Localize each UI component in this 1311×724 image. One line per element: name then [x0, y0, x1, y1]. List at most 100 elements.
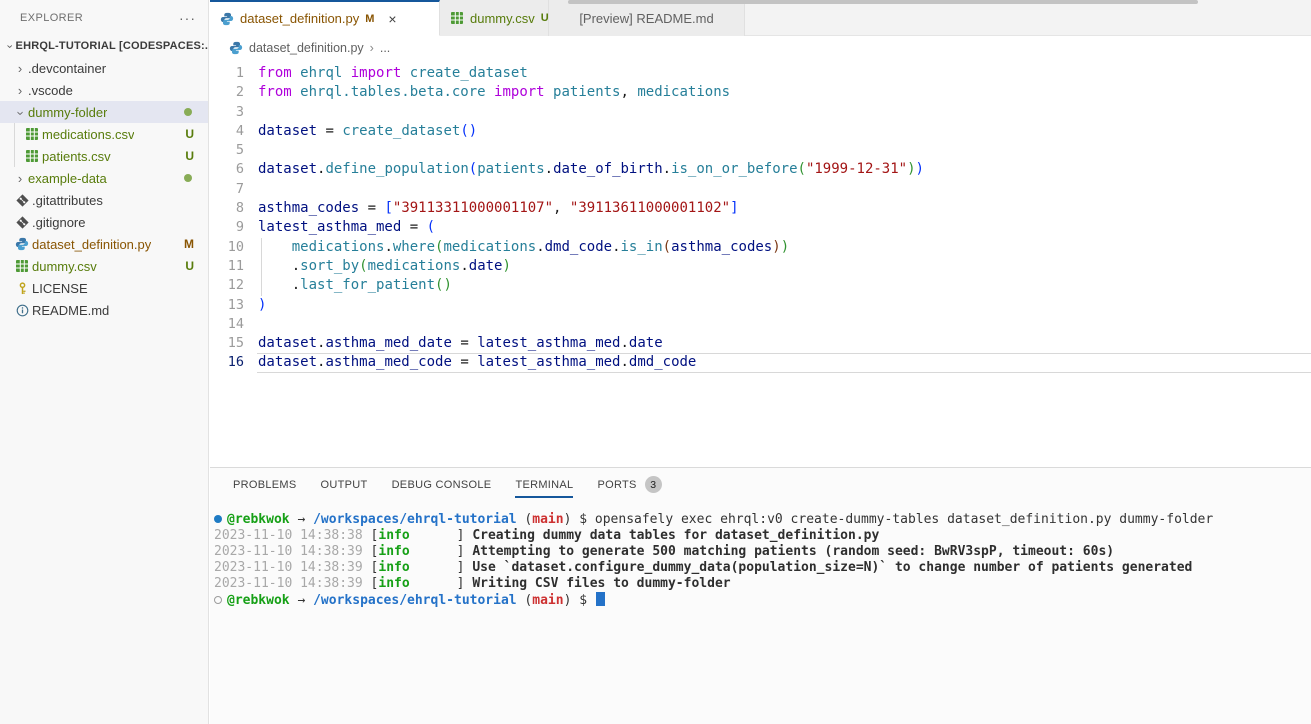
tab-debug-console[interactable]: DEBUG CONSOLE [392, 468, 492, 501]
tree-item-dataset-definition-py[interactable]: dataset_definition.pyM [0, 233, 208, 255]
git-status-badge: U [185, 149, 194, 163]
tab-scrollbar-thumb[interactable] [568, 0, 1198, 4]
code-line[interactable]: 13) [210, 296, 1311, 315]
code-line[interactable]: 2from ehrql.tables.beta.core import pati… [210, 83, 1311, 102]
terminal-output[interactable]: @rebkwok → /workspaces/ehrql-tutorial (m… [210, 501, 1311, 608]
git-status-badge: U [185, 127, 194, 141]
tree-item-label: .devcontainer [28, 61, 106, 76]
tree-item-label: dummy.csv [32, 259, 97, 274]
tree-item-readme-md[interactable]: README.md [0, 299, 208, 321]
code-line[interactable]: 6dataset.define_population(patients.date… [210, 160, 1311, 179]
editor-tab-bar: dataset_definition.py M × dummy.csv U [P… [210, 0, 1311, 36]
tab-label: dummy.csv [470, 11, 535, 26]
code-line[interactable]: 9latest_asthma_med = ( [210, 218, 1311, 237]
tree-item-label: .vscode [28, 83, 73, 98]
tree-item-label: dummy-folder [28, 105, 107, 120]
chevron-right-icon: › [12, 83, 28, 98]
terminal-log-line: 2023-11-10 14:38:39 [info ] Writing CSV … [214, 576, 1311, 592]
code-line[interactable]: 5 [210, 141, 1311, 160]
tab-label: dataset_definition.py [240, 11, 359, 26]
panel-tab-bar: PROBLEMS OUTPUT DEBUG CONSOLE TERMINAL P… [210, 468, 1311, 501]
terminal-prompt-line[interactable]: @rebkwok → /workspaces/ehrql-tutorial (m… [214, 592, 1311, 608]
terminal-cursor [596, 592, 605, 606]
csv-icon [12, 259, 32, 273]
tree-item--gitattributes[interactable]: .gitattributes [0, 189, 208, 211]
code-line[interactable]: 3 [210, 103, 1311, 122]
tab-output[interactable]: OUTPUT [321, 468, 368, 501]
line-number: 3 [210, 103, 244, 122]
tree-item-label: .gitattributes [32, 193, 103, 208]
python-icon [12, 237, 32, 251]
tree-item-label: dataset_definition.py [32, 237, 151, 252]
code-line[interactable]: 14 [210, 315, 1311, 334]
line-number: 15 [210, 334, 244, 353]
ports-label: PORTS [597, 468, 636, 501]
line-number: 8 [210, 199, 244, 218]
tree-item-medications-csv[interactable]: medications.csv U [14, 123, 208, 145]
code-line[interactable]: 7 [210, 180, 1311, 199]
explorer-more-actions-button[interactable]: ··· [179, 10, 196, 26]
line-number: 4 [210, 122, 244, 141]
info-icon [12, 304, 32, 317]
code-editor[interactable]: 1from ehrql import create_dataset2from e… [210, 61, 1311, 467]
close-icon[interactable]: × [384, 11, 400, 27]
line-number: 5 [210, 141, 244, 160]
code-lines: 1from ehrql import create_dataset2from e… [210, 61, 1311, 373]
tree-item-label: README.md [32, 303, 109, 318]
terminal-log-line: 2023-11-10 14:38:39 [info ] Attempting t… [214, 544, 1311, 560]
code-line[interactable]: 16dataset.asthma_med_code = latest_asthm… [210, 353, 1311, 372]
terminal-log-line: 2023-11-10 14:38:38 [info ] Creating dum… [214, 528, 1311, 544]
untracked-badge: U [541, 12, 549, 24]
tree-item-license[interactable]: LICENSE [0, 277, 208, 299]
breadcrumb[interactable]: dataset_definition.py › ... [210, 36, 1311, 60]
chevron-down-icon: › [2, 40, 16, 52]
code-line[interactable]: 11 .sort_by(medications.date) [210, 257, 1311, 276]
code-line[interactable]: 1from ehrql import create_dataset [210, 64, 1311, 83]
tree-item-dummy-csv[interactable]: dummy.csv U [0, 255, 208, 277]
line-number: 6 [210, 160, 244, 179]
chevron-right-icon: › [12, 61, 28, 76]
command-status-dot [214, 596, 222, 604]
tree-item-example-data[interactable]: ›example-data [0, 167, 208, 189]
tree-item-label: patients.csv [42, 149, 111, 164]
python-icon [220, 12, 234, 26]
file-tree: ›.devcontainer›.vscode›dummy-foldermedic… [0, 57, 208, 321]
tab-dataset-definition[interactable]: dataset_definition.py M × [210, 0, 440, 36]
line-number: 14 [210, 315, 244, 334]
code-line[interactable]: 12 .last_for_patient() [210, 276, 1311, 295]
tree-item-patients-csv[interactable]: patients.csv U [14, 145, 208, 167]
bottom-panel: PROBLEMS OUTPUT DEBUG CONSOLE TERMINAL P… [210, 467, 1311, 724]
tree-item--vscode[interactable]: ›.vscode [0, 79, 208, 101]
git-icon [12, 216, 32, 229]
tree-item-label: .gitignore [32, 215, 85, 230]
line-number: 11 [210, 257, 244, 276]
explorer-root-label: EHRQL-TUTORIAL [CODESPACES:... [16, 40, 208, 52]
code-line[interactable]: 4dataset = create_dataset() [210, 122, 1311, 141]
line-number: 1 [210, 64, 244, 83]
tree-item--devcontainer[interactable]: ›.devcontainer [0, 57, 208, 79]
tab-ports[interactable]: PORTS 3 [597, 468, 661, 501]
tree-item-dummy-folder[interactable]: ›dummy-folder [0, 101, 208, 123]
line-number: 12 [210, 276, 244, 295]
git-icon [12, 194, 32, 207]
tree-item-label: medications.csv [42, 127, 134, 142]
tab-problems[interactable]: PROBLEMS [233, 468, 297, 501]
command-status-dot [214, 515, 222, 523]
git-changes-dot [184, 108, 192, 116]
code-line[interactable]: 15dataset.asthma_med_date = latest_asthm… [210, 334, 1311, 353]
tab-terminal[interactable]: TERMINAL [515, 468, 573, 501]
tab-readme-preview[interactable]: [Preview] README.md [549, 0, 745, 36]
code-line[interactable]: 8asthma_codes = ["39113311000001107", "3… [210, 199, 1311, 218]
key-icon [12, 282, 32, 295]
chevron-right-icon: › [370, 41, 374, 55]
breadcrumb-file[interactable]: dataset_definition.py [249, 41, 364, 55]
tab-dummy-csv[interactable]: dummy.csv U [440, 0, 549, 36]
explorer-root-folder[interactable]: › EHRQL-TUTORIAL [CODESPACES:... [0, 35, 208, 57]
git-status-badge: U [185, 259, 194, 273]
explorer-sidebar: EXPLORER ··· › EHRQL-TUTORIAL [CODESPACE… [0, 0, 209, 724]
tree-item--gitignore[interactable]: .gitignore [0, 211, 208, 233]
breadcrumb-more[interactable]: ... [380, 41, 390, 55]
line-number: 13 [210, 296, 244, 315]
code-line[interactable]: 10 medications.where(medications.dmd_cod… [210, 238, 1311, 257]
tab-label: [Preview] README.md [579, 11, 713, 26]
